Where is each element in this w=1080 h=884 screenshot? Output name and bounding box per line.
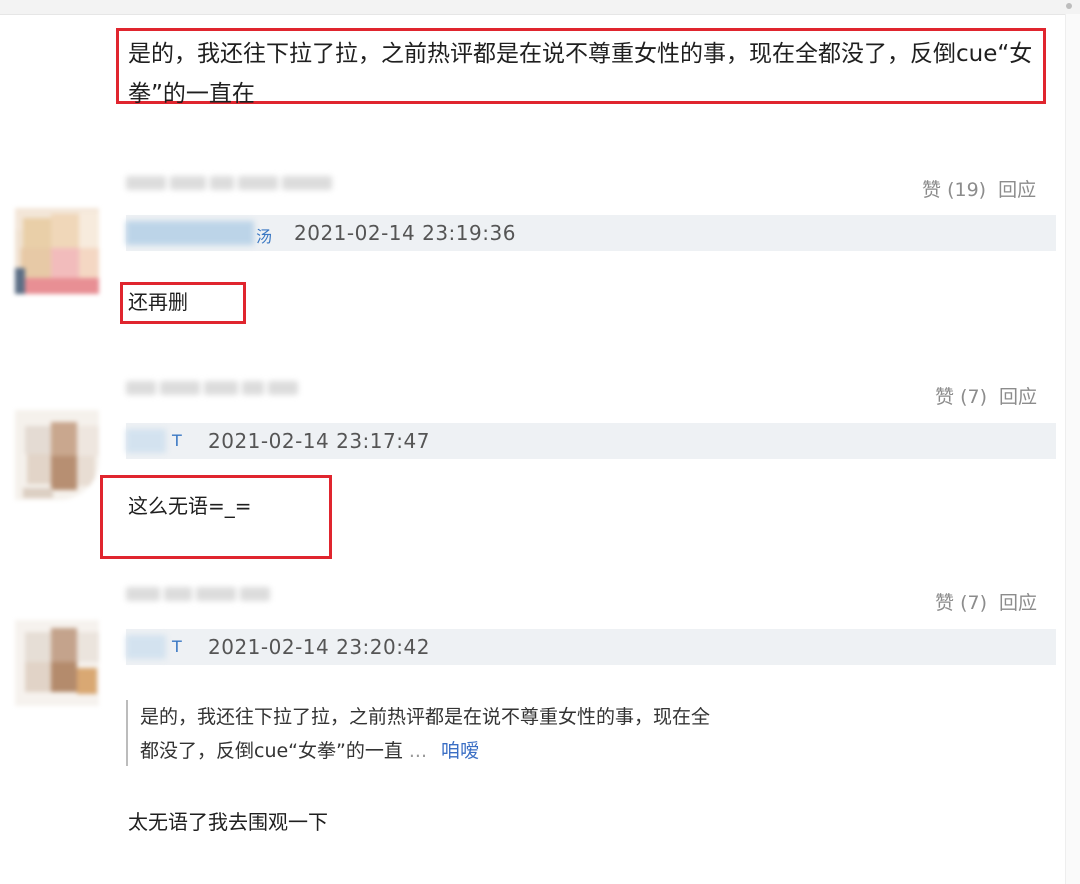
comment-1-avatar[interactable] [15, 208, 99, 294]
comment-3-like-button[interactable]: 赞 (7) [935, 592, 987, 614]
comment-3-name-fragment: T [172, 637, 182, 656]
like-count: (7) [960, 386, 987, 408]
comment-1-username-blurred [126, 175, 336, 194]
comment-3-actions: 赞 (7) 回应 [935, 588, 1037, 615]
comment-3-name-bar: T 2021-02-14 23:20:42 [126, 629, 1056, 665]
comment-1-reply-button[interactable]: 回应 [998, 179, 1036, 201]
comment-2-name-blurred [126, 429, 166, 453]
window-top-bar [0, 0, 1080, 15]
comment-3-body: 太无语了我去围观一下 [128, 810, 328, 834]
top-comment-text: 是的，我还往下拉了拉，之前热评都是在说不尊重女性的事，现在全都没了，反倒cue“… [128, 41, 1033, 107]
comment-2-name-fragment: T [172, 431, 182, 450]
like-count: (19) [947, 179, 987, 201]
like-label: 赞 [922, 179, 942, 201]
quote-expand-link[interactable]: 咱嗳 [441, 740, 479, 762]
comment-2-like-button[interactable]: 赞 (7) [935, 386, 987, 408]
scrollbar[interactable] [1065, 14, 1080, 884]
comment-1-timestamp: 2021-02-14 23:19:36 [294, 221, 516, 245]
comment-2-actions: 赞 (7) 回应 [935, 382, 1037, 409]
quote-line-2: 都没了，反倒cue“女拳”的一直... 咱嗳 [140, 734, 840, 768]
like-count: (7) [960, 592, 987, 614]
comment-3-username-blurred [126, 586, 274, 605]
comment-3-name-blurred [126, 635, 166, 659]
like-label: 赞 [935, 592, 955, 614]
comment-1-body: 还再删 [128, 290, 188, 314]
quote-line-1: 是的，我还往下拉了拉，之前热评都是在说不尊重女性的事，现在全 [140, 706, 711, 728]
comment-3-quoted-reply: 是的，我还往下拉了拉，之前热评都是在说不尊重女性的事，现在全 都没了，反倒cue… [126, 700, 840, 766]
comment-1-name-fragment: 汤 [256, 227, 273, 246]
comment-1-actions: 赞 (19) 回应 [922, 175, 1036, 202]
comment-2-avatar[interactable] [15, 410, 99, 500]
comment-1-name-bar: 汤 2021-02-14 23:19:36 [126, 215, 1056, 251]
comment-1-like-button[interactable]: 赞 (19) [922, 179, 986, 201]
quote-line-2-text: 都没了，反倒cue“女拳”的一直 [140, 740, 403, 762]
comment-3-avatar[interactable] [15, 620, 99, 706]
comment-2-reply-button[interactable]: 回应 [999, 386, 1037, 408]
comment-3-timestamp: 2021-02-14 23:20:42 [208, 635, 430, 659]
like-label: 赞 [935, 386, 955, 408]
comment-1-name-blurred [126, 221, 254, 245]
comment-2-username-blurred [126, 380, 302, 399]
window-dot-icon [1066, 3, 1072, 9]
comment-2-name-bar: T 2021-02-14 23:17:47 [126, 423, 1056, 459]
comment-2-timestamp: 2021-02-14 23:17:47 [208, 429, 430, 453]
comment-3-reply-button[interactable]: 回应 [999, 592, 1037, 614]
comment-2-body: 这么无语=_= [128, 494, 252, 518]
quote-ellipsis: ... [408, 740, 427, 762]
